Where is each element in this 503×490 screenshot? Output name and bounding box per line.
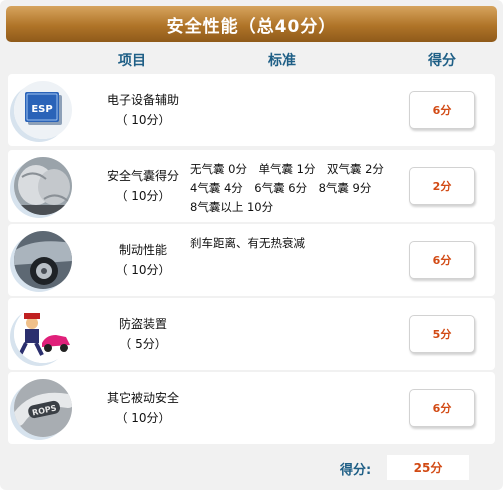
row-points: （ 10分） bbox=[115, 411, 171, 425]
column-header-score: 得分 bbox=[428, 53, 456, 69]
column-header-item: 项目 bbox=[118, 53, 146, 69]
standard-line: 4气囊 4分 6气囊 6分 8气囊 9分 bbox=[190, 181, 372, 195]
svg-text:ESP: ESP bbox=[31, 104, 52, 115]
score-row-anti-theft: 防盗装置 （ 5分） 5分 bbox=[8, 298, 495, 370]
standard-line: 刹车距离、有无热衰减 bbox=[190, 236, 305, 250]
score-row-passive-safety: ROPS 其它被动安全 （ 10分） 6分 bbox=[8, 372, 495, 444]
brake-wheel-icon bbox=[14, 231, 72, 289]
total-score-value: 25分 bbox=[387, 455, 469, 480]
row-points: （ 10分） bbox=[115, 189, 171, 203]
score-row-airbag: 安全气囊得分 （ 10分） 无气囊 0分 单气囊 1分 双气囊 2分 4气囊 4… bbox=[8, 150, 495, 222]
row-name: 制动性能 bbox=[118, 243, 167, 257]
rops-icon: ROPS bbox=[14, 379, 72, 437]
row-name: 防盗装置 bbox=[118, 317, 167, 331]
row-standard: 无气囊 0分 单气囊 1分 双气囊 2分 4气囊 4分 6气囊 6分 8气囊 9… bbox=[190, 160, 410, 217]
total-score-label: 得分: bbox=[340, 463, 372, 478]
esp-icon: ESP bbox=[14, 81, 72, 139]
standard-line: 8气囊以上 10分 bbox=[190, 200, 274, 214]
panel-title: 安全性能（总40分） bbox=[6, 6, 497, 42]
row-name: 其它被动安全 bbox=[106, 391, 179, 405]
anti-theft-icon bbox=[14, 305, 72, 363]
score-value: 6分 bbox=[409, 241, 475, 279]
score-row-esp: ESP 电子设备辅助 （ 10分） 6分 bbox=[8, 74, 495, 146]
row-label: 其它被动安全 （ 10分） bbox=[88, 388, 198, 428]
score-row-braking: 制动性能 （ 10分） 刹车距离、有无热衰减 6分 bbox=[8, 224, 495, 296]
row-points: （ 10分） bbox=[115, 113, 171, 127]
column-header-standard: 标准 bbox=[268, 53, 296, 69]
row-label: 制动性能 （ 10分） bbox=[88, 240, 198, 280]
row-label: 防盗装置 （ 5分） bbox=[88, 314, 198, 354]
row-label: 安全气囊得分 （ 10分） bbox=[88, 166, 198, 206]
score-value: 5分 bbox=[409, 315, 475, 353]
row-name: 安全气囊得分 bbox=[106, 169, 179, 183]
row-standard: 刹车距离、有无热衰减 bbox=[190, 234, 410, 253]
safety-score-panel: 安全性能（总40分） 项目 标准 得分 ESP 电子设备辅助 （ 10分） 6分 bbox=[0, 0, 503, 490]
row-label: 电子设备辅助 （ 10分） bbox=[88, 90, 198, 130]
airbag-icon bbox=[14, 157, 72, 215]
score-value: 6分 bbox=[409, 389, 475, 427]
score-value: 6分 bbox=[409, 91, 475, 129]
row-points: （ 5分） bbox=[119, 337, 167, 351]
score-value: 2分 bbox=[409, 167, 475, 205]
row-points: （ 10分） bbox=[115, 263, 171, 277]
row-name: 电子设备辅助 bbox=[106, 93, 179, 107]
standard-line: 无气囊 0分 单气囊 1分 双气囊 2分 bbox=[190, 162, 384, 176]
